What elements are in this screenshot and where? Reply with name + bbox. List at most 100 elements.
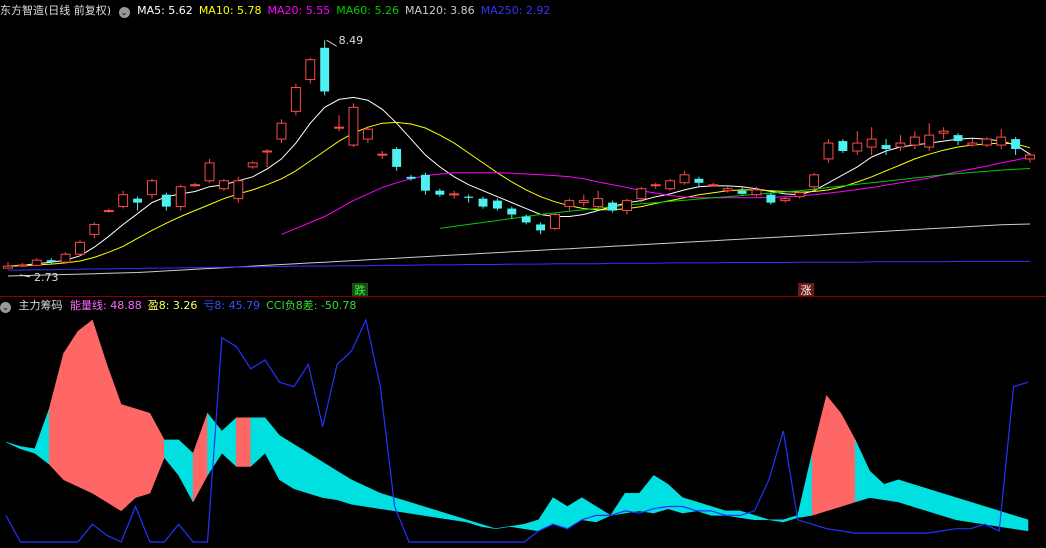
high-price-label: 8.49 — [339, 34, 364, 47]
candle — [233, 176, 244, 203]
chip-band-segment — [308, 452, 323, 498]
candle — [938, 127, 949, 140]
candle — [276, 119, 287, 144]
candle — [218, 178, 229, 191]
candle — [190, 182, 201, 187]
candle — [204, 158, 215, 183]
chip-band-segment — [581, 497, 597, 523]
chip-band-segment — [351, 479, 367, 507]
candle — [536, 222, 546, 235]
chip-band-segment — [178, 439, 194, 503]
chip-band-segment — [5, 441, 21, 450]
chip-band-segment — [768, 519, 784, 523]
candle — [924, 123, 935, 151]
candle — [435, 188, 445, 197]
chip-band-segment — [955, 497, 971, 523]
chip-band-segment — [595, 506, 612, 523]
candle — [392, 147, 402, 171]
chip-band-segment — [639, 474, 654, 514]
candle — [75, 240, 85, 257]
chip-band-segment — [279, 434, 295, 490]
candle — [578, 194, 589, 207]
chip-band-segment — [624, 492, 640, 514]
candle — [838, 139, 848, 153]
chip-band-segment — [120, 404, 136, 512]
svg-text:涨: 涨 — [801, 284, 812, 297]
chip-band-segment — [495, 526, 510, 529]
candle — [679, 170, 690, 185]
chip-band-segment — [264, 416, 280, 480]
candle — [708, 182, 719, 187]
chip-band-segment — [408, 501, 424, 516]
candle — [608, 200, 618, 213]
chip-band-segment — [912, 483, 928, 512]
chip-band-segment — [135, 408, 151, 498]
candle — [780, 196, 791, 203]
chip-band-segment — [451, 515, 467, 523]
candle — [621, 198, 632, 215]
candle — [262, 149, 273, 167]
high-pointer — [326, 39, 337, 47]
chip-band-segment — [797, 453, 813, 518]
ma-line-ma20 — [281, 156, 1031, 235]
candle — [420, 172, 430, 195]
chip-band-segment — [380, 492, 395, 512]
candle — [737, 186, 747, 195]
chip-band-segment — [783, 515, 798, 523]
chip-band-segment — [423, 506, 439, 518]
chip-band-segment — [883, 479, 899, 503]
candle — [46, 258, 56, 265]
candle — [175, 184, 186, 211]
candle — [895, 135, 906, 151]
chip-band-segment — [941, 492, 957, 521]
chip-band-segment — [92, 319, 108, 503]
chip-band-segment — [855, 439, 870, 503]
chip-band-segment — [725, 510, 741, 518]
svg-text:跌: 跌 — [355, 283, 366, 297]
candle — [103, 208, 114, 213]
chip-band-segment — [20, 446, 36, 454]
candle — [334, 115, 345, 132]
candle — [665, 178, 676, 191]
chip-band-segment — [236, 417, 251, 467]
up-marker: 涨 — [798, 283, 814, 297]
candle — [133, 196, 143, 211]
candle — [464, 194, 474, 203]
chip-band-segment — [293, 443, 309, 494]
candle — [362, 127, 373, 144]
ma-line-ma250 — [8, 260, 1030, 271]
candle — [593, 190, 604, 209]
candle — [320, 40, 330, 96]
candlestick-chart — [3, 39, 1035, 278]
chip-band-segment — [869, 470, 885, 501]
chip-band-segment — [926, 488, 942, 516]
candle — [823, 139, 834, 163]
candle — [17, 262, 28, 267]
candle — [348, 103, 359, 148]
chip-band-segment — [826, 394, 842, 512]
candle — [60, 252, 71, 263]
ma-line-ma10 — [7, 121, 1031, 267]
candle — [492, 198, 502, 211]
candle — [550, 212, 560, 231]
candle — [31, 258, 42, 267]
candle — [852, 131, 863, 155]
chip-band-segment — [63, 330, 79, 487]
candle — [1011, 137, 1021, 155]
chip-band-segment — [149, 413, 165, 494]
chip-indicator-chart — [5, 318, 1029, 543]
candle — [996, 129, 1007, 150]
candle — [650, 182, 661, 189]
candle — [981, 137, 992, 148]
candle — [247, 160, 258, 169]
candle — [953, 133, 963, 146]
low-price-label: 2.73 — [34, 271, 59, 284]
candle — [478, 196, 488, 209]
candle — [146, 178, 157, 199]
candle — [161, 192, 171, 211]
candle — [290, 83, 301, 116]
candle — [1025, 152, 1035, 163]
chip-band-segment — [365, 486, 381, 509]
down-marker: 跌 — [352, 283, 368, 297]
chip-band-segment — [77, 319, 93, 494]
